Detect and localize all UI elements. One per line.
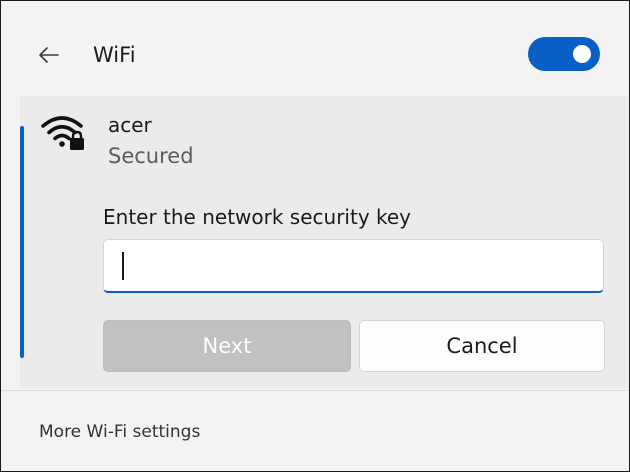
more-wifi-settings-link[interactable]: More Wi-Fi settings [39,421,200,443]
text-caret [122,252,124,280]
network-name: acer [108,113,152,137]
wifi-toggle[interactable] [528,37,600,71]
selection-indicator [20,126,24,358]
network-status: Secured [108,144,194,168]
wifi-secured-icon [40,112,90,152]
security-key-label: Enter the network security key [103,205,412,229]
footer: More Wi-Fi settings [1,391,629,471]
page-title: WiFi [93,43,136,67]
network-item-acer: acer Secured Enter the network security … [20,96,628,388]
toggle-knob [573,45,591,63]
security-key-input[interactable] [103,239,604,293]
next-button[interactable]: Next [103,320,351,372]
back-button[interactable] [31,37,67,73]
wifi-header: WiFi [1,1,629,93]
wifi-flyout-panel: WiFi acer Secured Enter the network secu… [0,0,630,472]
cancel-button[interactable]: Cancel [359,320,605,372]
